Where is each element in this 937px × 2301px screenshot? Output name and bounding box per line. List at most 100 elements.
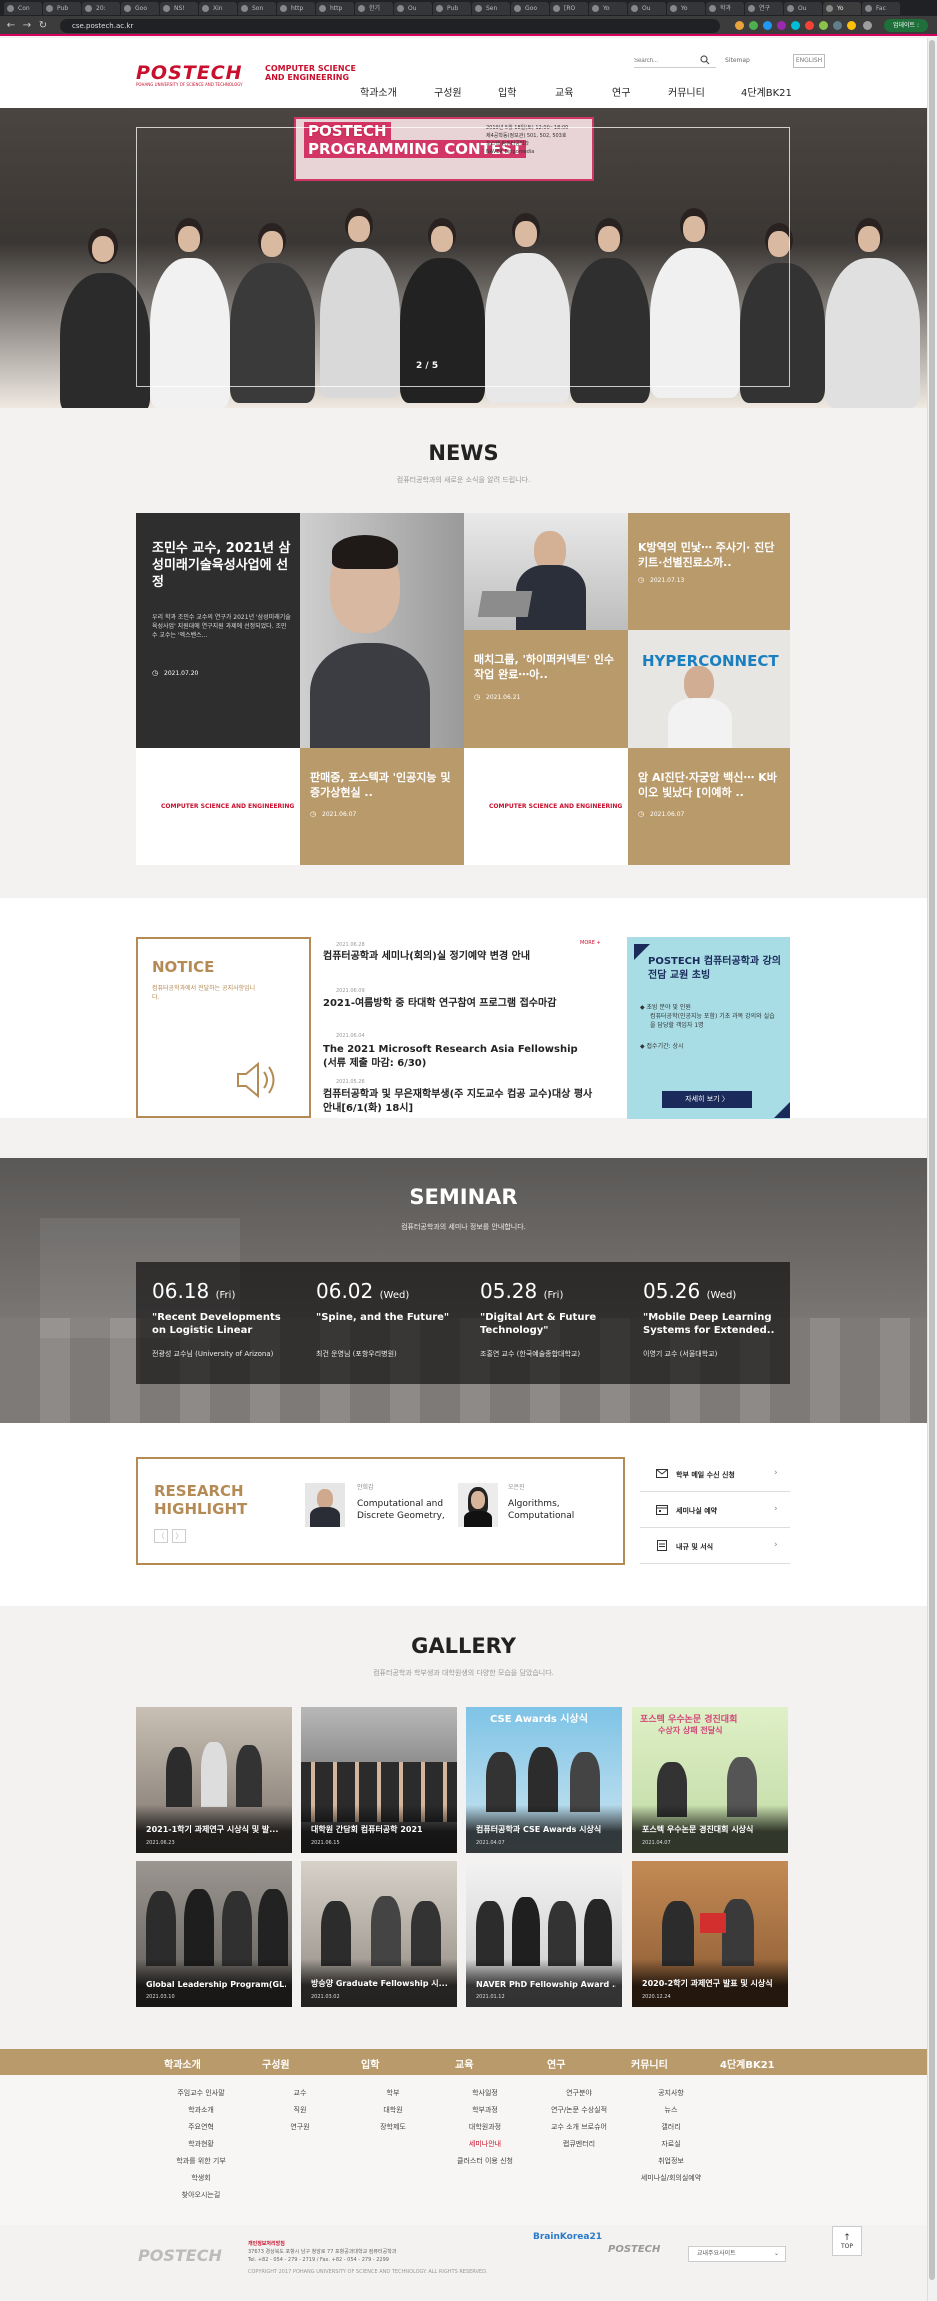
gallery-item[interactable]: 방승양 Graduate Fellowship 시... 2021.03.02 bbox=[301, 1861, 457, 2007]
browser-tab[interactable]: 한기 bbox=[355, 2, 393, 15]
research-next-button[interactable]: 〉 bbox=[172, 1529, 186, 1543]
ad-detail-button[interactable]: 자세히 보기 〉 bbox=[662, 1091, 752, 1108]
gnav-bk21[interactable]: 4단계BK21 bbox=[741, 84, 792, 99]
extension-icon[interactable] bbox=[749, 21, 758, 30]
bk21-logo[interactable]: BrainKorea21 bbox=[533, 2232, 602, 2242]
browser-tab[interactable]: Pub bbox=[43, 2, 81, 15]
browser-tab[interactable]: Yo bbox=[823, 2, 861, 15]
seminar-title[interactable]: "Recent Developments on Logistic Linear bbox=[152, 1311, 292, 1337]
browser-tab[interactable]: Ou bbox=[394, 2, 432, 15]
footer-link[interactable]: 학사일정 bbox=[440, 2088, 530, 2098]
browser-tab[interactable]: Yo bbox=[667, 2, 705, 15]
notice-item[interactable]: 2021-여름방학 중 타대학 연구참여 프로그램 접수마감 bbox=[323, 997, 593, 1011]
back-icon[interactable]: ← bbox=[4, 19, 18, 33]
notice-more-link[interactable]: MORE + bbox=[580, 940, 601, 946]
footer-link[interactable]: 학부과정 bbox=[440, 2105, 530, 2115]
footer-link[interactable]: 취업정보 bbox=[626, 2156, 716, 2166]
news-card[interactable]: K방역의 민낯⋯ 주사기· 진단키트·선별진료소까.. ◷ 2021.07.13 bbox=[628, 513, 790, 630]
browser-tab[interactable]: Yo bbox=[589, 2, 627, 15]
footer-link[interactable]: 세미나실/회의실예약 bbox=[626, 2173, 716, 2183]
search-icon[interactable] bbox=[700, 55, 710, 65]
footer-link[interactable]: 클러스터 이용 신청 bbox=[440, 2156, 530, 2166]
extension-icon[interactable] bbox=[791, 21, 800, 30]
footer-link[interactable]: 학부 bbox=[348, 2088, 438, 2098]
gallery-item[interactable]: Global Leadership Program(GL... 2021.03.… bbox=[136, 1861, 292, 2007]
footer-nav-education[interactable]: 교육 bbox=[455, 2056, 473, 2071]
seminar-title[interactable]: "Spine, and the Future" bbox=[316, 1311, 456, 1324]
footer-link[interactable]: 뉴스 bbox=[626, 2105, 716, 2115]
research-area[interactable]: Computational and Discrete Geometry, bbox=[357, 1498, 447, 1522]
extension-icon[interactable] bbox=[763, 21, 772, 30]
seminar-title[interactable]: "Mobile Deep Learning Systems for Extend… bbox=[643, 1311, 783, 1337]
browser-tab[interactable]: Fac bbox=[862, 2, 900, 15]
news-card-photo[interactable]: HYPERCONNECT bbox=[628, 630, 790, 748]
scrollbar-thumb[interactable] bbox=[929, 40, 935, 2280]
footer-link[interactable]: 교수 소개 브로슈어 bbox=[534, 2122, 624, 2132]
gallery-item[interactable]: NAVER PhD Fellowship Award ... 2021.01.1… bbox=[466, 1861, 622, 2007]
footer-link[interactable]: 주요연혁 bbox=[156, 2122, 246, 2132]
seminar-title[interactable]: "Digital Art & Future Technology" bbox=[480, 1311, 620, 1337]
news-card[interactable]: 판매중, 포스텍과 '인공지능 및 증가상현실 .. ◷ 2021.06.07 bbox=[300, 748, 464, 865]
dept-name-line1[interactable]: COMPUTER SCIENCE bbox=[265, 64, 356, 73]
browser-tab[interactable]: Con bbox=[4, 2, 42, 15]
footer-link[interactable]: 갤러리 bbox=[626, 2122, 716, 2132]
news-card-photo[interactable] bbox=[464, 513, 628, 630]
sitemap-link[interactable]: Sitemap bbox=[725, 57, 750, 64]
footer-link[interactable]: 자료실 bbox=[626, 2139, 716, 2149]
news-card[interactable]: 매치그룹, '하이퍼커넥트' 인수작업 완료⋯아.. ◷ 2021.06.21 bbox=[464, 630, 628, 748]
footer-link[interactable]: 연구원 bbox=[255, 2122, 345, 2132]
browser-tab[interactable]: Xin bbox=[199, 2, 237, 15]
extension-icon[interactable] bbox=[777, 21, 786, 30]
browser-tab[interactable]: Son bbox=[238, 2, 276, 15]
browser-tab[interactable]: Goo bbox=[511, 2, 549, 15]
dept-name-line2[interactable]: AND ENGINEERING bbox=[265, 73, 349, 82]
research-area[interactable]: Algorithms, Computational bbox=[508, 1498, 598, 1522]
browser-tab[interactable]: [RO bbox=[550, 2, 588, 15]
browser-tab[interactable]: Ou bbox=[784, 2, 822, 15]
profile-avatar[interactable] bbox=[863, 21, 872, 30]
extension-icon[interactable] bbox=[735, 21, 744, 30]
notice-item[interactable]: 컴퓨터공학과 세미나(회의)실 정기예약 변경 안내 bbox=[323, 950, 593, 964]
footer-link[interactable]: 학생회 bbox=[156, 2173, 246, 2183]
browser-tab[interactable]: Pub bbox=[433, 2, 471, 15]
address-bar[interactable]: cse.postech.ac.kr bbox=[60, 19, 720, 33]
quick-link-seminar-room[interactable]: 세미나실 예약 › bbox=[640, 1492, 790, 1528]
gallery-item[interactable]: 대학원 간담회 컴퓨터공학 2021 2021.06.15 bbox=[301, 1707, 457, 1853]
footer-link[interactable]: 대학원과정 bbox=[440, 2122, 530, 2132]
browser-tab[interactable]: 연구 bbox=[745, 2, 783, 15]
browser-tab[interactable]: Goo bbox=[121, 2, 159, 15]
footer-nav-members[interactable]: 구성원 bbox=[262, 2056, 290, 2071]
footer-nav-about[interactable]: 학과소개 bbox=[164, 2056, 201, 2071]
postech-logo[interactable]: POSTECH bbox=[136, 62, 243, 84]
gnav-about[interactable]: 학과소개 bbox=[360, 84, 397, 99]
research-prev-button[interactable]: 〈 bbox=[154, 1529, 168, 1543]
footer-link[interactable]: 장학제도 bbox=[348, 2122, 438, 2132]
news-card[interactable]: 암 AI진단·자궁암 백신⋯ K바이오 빛났다 [이예하 .. ◷ 2021.0… bbox=[628, 748, 790, 865]
gnav-research[interactable]: 연구 bbox=[612, 84, 630, 99]
footer-link[interactable]: 공지사항 bbox=[626, 2088, 716, 2098]
browser-tab[interactable]: NS! bbox=[160, 2, 198, 15]
footer-link[interactable]: 학과현황 bbox=[156, 2139, 246, 2149]
notice-item[interactable]: The 2021 Microsoft Research Asia Fellows… bbox=[323, 1043, 593, 1071]
notice-item[interactable]: 컴퓨터공학과 및 무은재학부생(주 지도교수 컴공 교수)대상 평사 안내[6/… bbox=[323, 1088, 593, 1116]
news-card-featured[interactable]: 조민수 교수, 2021년 삼성미래기술육성사업에 선정 우리 학과 조민수 교… bbox=[136, 513, 464, 748]
extension-icon[interactable] bbox=[833, 21, 842, 30]
scroll-top-button[interactable]: ↑ TOP bbox=[832, 2226, 862, 2256]
browser-tab[interactable]: Sen bbox=[472, 2, 510, 15]
browser-tab[interactable]: 학과 bbox=[706, 2, 744, 15]
browser-tab[interactable]: http bbox=[316, 2, 354, 15]
researcher-photo[interactable] bbox=[305, 1483, 345, 1527]
footer-link[interactable]: 직원 bbox=[255, 2105, 345, 2115]
gallery-item[interactable]: CSE Awards 시상식 컴퓨터공학과 CSE Awards 시상식 202… bbox=[466, 1707, 622, 1853]
family-site-select[interactable]: 교내주요사이트 ⌄ bbox=[688, 2246, 786, 2262]
extension-icon[interactable] bbox=[819, 21, 828, 30]
footer-link[interactable]: 주임교수 인사말 bbox=[156, 2088, 246, 2098]
researcher-photo[interactable] bbox=[458, 1483, 498, 1527]
browser-update-button[interactable]: 업데이트 : bbox=[884, 19, 928, 32]
footer-nav-community[interactable]: 커뮤니티 bbox=[631, 2056, 668, 2071]
footer-nav-admission[interactable]: 입학 bbox=[361, 2056, 379, 2071]
footer-link[interactable]: 연구분야 bbox=[534, 2088, 624, 2098]
gnav-education[interactable]: 교육 bbox=[555, 84, 573, 99]
footer-nav-bk21[interactable]: 4단계BK21 bbox=[720, 2056, 775, 2071]
footer-link[interactable]: 대학원 bbox=[348, 2105, 438, 2115]
